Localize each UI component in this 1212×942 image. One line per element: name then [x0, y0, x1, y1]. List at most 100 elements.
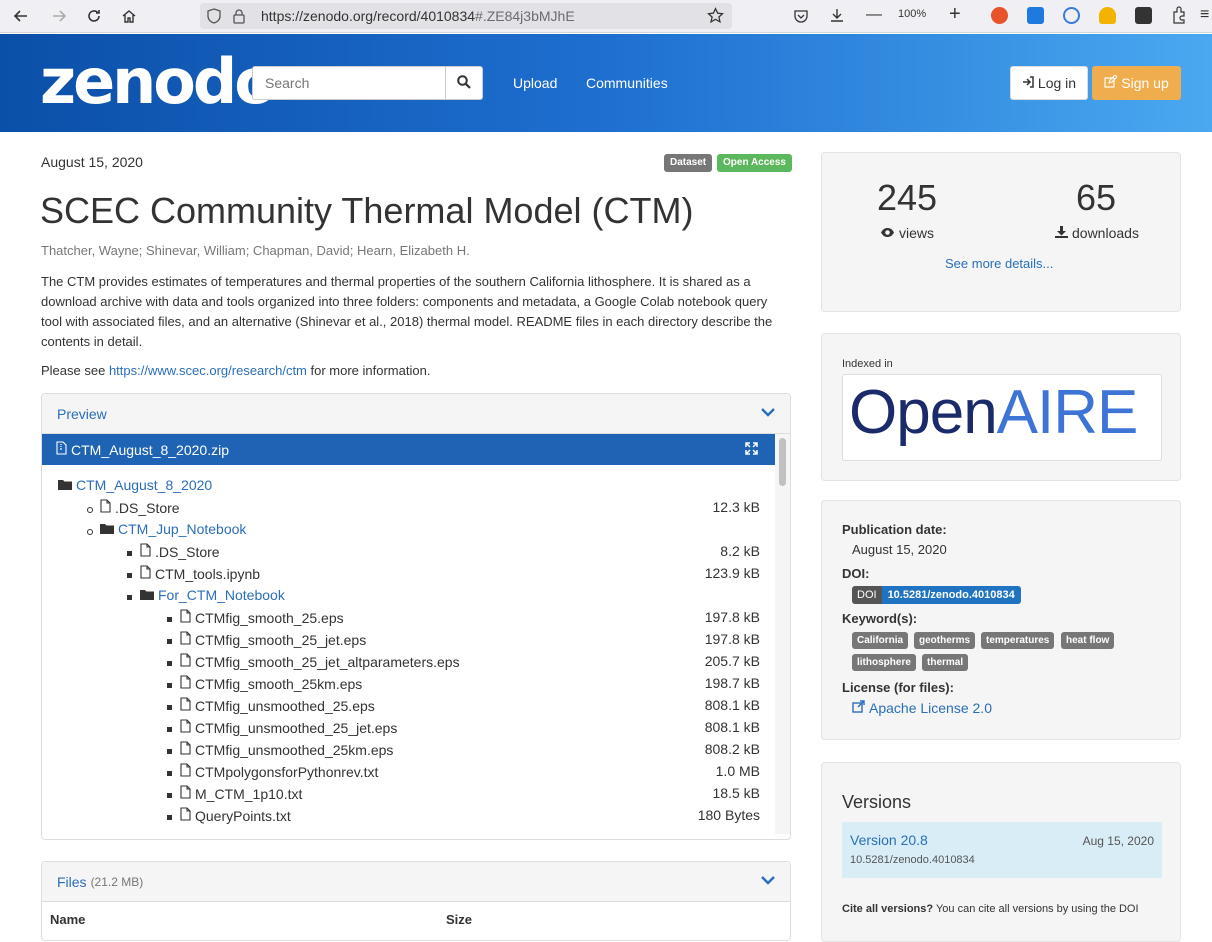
license-link[interactable]: Apache License 2.0: [852, 700, 992, 716]
tree-bullet: [87, 529, 93, 535]
tree-item-size: 180 Bytes: [697, 807, 760, 823]
version-row[interactable]: Version 20.8 Aug 15, 2020 10.5281/zenodo…: [842, 822, 1162, 878]
tree-item-name: CTMfig_smooth_25_jet_altparameters.eps: [195, 653, 460, 670]
preview-heading[interactable]: Preview: [57, 406, 107, 422]
tree-bullet: [167, 683, 172, 688]
signup-button[interactable]: Sign up: [1092, 66, 1181, 100]
menu-icon[interactable]: ≡: [1200, 6, 1209, 24]
tree-bullet: [167, 705, 172, 710]
views-text: views: [899, 225, 935, 241]
tree-item-size: 808.2 kB: [704, 741, 760, 757]
bookmark-star-icon[interactable]: [707, 7, 724, 27]
scrollbar-thumb[interactable]: [779, 438, 786, 486]
file-icon: [180, 763, 191, 780]
keyword-badge[interactable]: geotherms: [914, 632, 976, 649]
keyword-badge[interactable]: heat flow: [1061, 632, 1115, 649]
tree-folder-row[interactable]: CTM_August_8_2020: [42, 477, 760, 499]
openaire-logo[interactable]: OpenAIRE: [842, 374, 1162, 461]
zoom-level[interactable]: 100%: [898, 8, 926, 20]
home-icon[interactable]: [114, 1, 144, 31]
file-icon: [180, 675, 191, 692]
pocket-icon[interactable]: [793, 8, 809, 27]
reload-icon[interactable]: [79, 1, 109, 31]
cite-text: You can cite all versions by using the D…: [933, 903, 1139, 915]
search-extension-icon[interactable]: [1063, 7, 1080, 24]
doi-badge[interactable]: DOI 10.5281/zenodo.4010834: [852, 586, 1021, 604]
tree-bullet: [127, 595, 132, 600]
tree-label: QueryPoints.txt: [180, 807, 291, 824]
see-more-details-link[interactable]: See more details...: [945, 256, 1053, 271]
fullscreen-icon[interactable]: [745, 442, 758, 458]
tree-item-name: QueryPoints.txt: [195, 807, 291, 824]
versions-heading: Versions: [842, 792, 912, 812]
shield-icon[interactable]: [206, 8, 222, 27]
search-input[interactable]: [253, 67, 445, 99]
badge-extension-icon[interactable]: [1099, 7, 1116, 24]
back-icon[interactable]: [6, 1, 36, 31]
download-icon: [1055, 225, 1068, 241]
files-heading[interactable]: Files: [57, 874, 87, 890]
url-text: https://zenodo.org/record/4010834#.ZE84j…: [261, 8, 575, 24]
preview-panel: Preview CTM_August_8_2020.zip CTM_August…: [41, 393, 791, 840]
tree-item-name[interactable]: For_CTM_Notebook: [158, 587, 285, 603]
tree-item-name[interactable]: CTM_August_8_2020: [76, 477, 212, 493]
s-extension-icon[interactable]: [1027, 7, 1044, 24]
search-button[interactable]: [445, 67, 482, 99]
zip-file-bar: CTM_August_8_2020.zip: [42, 434, 775, 465]
tree-folder-row[interactable]: CTM_Jup_Notebook: [42, 521, 760, 543]
tree-item-name: CTMfig_smooth_25_jet.eps: [195, 631, 367, 648]
open-access-badge: Open Access: [717, 154, 792, 172]
folder-icon: [100, 521, 114, 537]
preview-header[interactable]: Preview: [42, 394, 790, 434]
tree-bullet: [127, 551, 132, 556]
version-link[interactable]: Version 20.8: [850, 832, 928, 848]
keyword-badge[interactable]: temperatures: [981, 632, 1055, 649]
tree-label: CTM_August_8_2020: [58, 477, 212, 493]
zoom-out-icon[interactable]: —: [866, 6, 882, 24]
file-icon: [180, 609, 191, 626]
address-bar[interactable]: https://zenodo.org/record/4010834#.ZE84j…: [200, 3, 732, 29]
views-count: 245: [877, 177, 938, 218]
indexed-panel: Indexed in OpenAIRE: [821, 333, 1181, 481]
dataset-badge: Dataset: [664, 154, 713, 172]
login-button[interactable]: Log in: [1010, 66, 1088, 100]
tree-item-name: CTMfig_unsmoothed_25.eps: [195, 697, 375, 714]
tree-file-row: CTMfig_smooth_25_jet.eps 197.8 kB: [42, 631, 760, 653]
see-suffix: for more information.: [306, 363, 431, 378]
scec-link[interactable]: https://www.scec.org/research/ctm: [109, 363, 307, 378]
tree-file-row: CTMfig_smooth_25_jet_altparameters.eps 20…: [42, 653, 760, 675]
zoom-in-icon[interactable]: +: [949, 3, 961, 26]
extensions-icon[interactable]: [1171, 6, 1187, 27]
pub-date-value: August 15, 2020: [852, 542, 947, 557]
zenodo-logo[interactable]: zenodo: [40, 42, 277, 122]
upload-link[interactable]: Upload: [513, 75, 557, 91]
communities-link[interactable]: Communities: [586, 75, 668, 91]
duckduckgo-extension-icon[interactable]: [991, 7, 1008, 24]
keyword-badge[interactable]: thermal: [922, 654, 969, 671]
preview-scrollbar[interactable]: [775, 434, 790, 834]
tree-item-size: 123.9 kB: [704, 565, 760, 581]
dots-extension-icon[interactable]: [1135, 7, 1152, 24]
download-icon[interactable]: [829, 7, 845, 26]
chevron-down-icon[interactable]: [761, 873, 775, 890]
lock-icon[interactable]: [232, 8, 246, 27]
tree-label: .DS_Store: [100, 499, 180, 516]
keyword-badge[interactable]: California: [852, 632, 909, 649]
browser-toolbar: https://zenodo.org/record/4010834#.ZE84j…: [0, 0, 1212, 33]
folder-icon: [58, 477, 72, 493]
tree-bullet: [167, 661, 172, 666]
keyword-badge[interactable]: lithosphere: [852, 654, 916, 671]
chevron-down-icon[interactable]: [761, 405, 775, 422]
tree-bullet: [127, 573, 132, 578]
file-icon: [140, 565, 151, 582]
eye-icon: [880, 225, 895, 241]
zip-file-icon: [56, 441, 67, 458]
tree-label: M_CTM_1p10.txt: [180, 785, 302, 802]
files-header[interactable]: Files (21.2 MB): [42, 862, 790, 902]
forward-icon[interactable]: [44, 1, 74, 31]
tree-item-name[interactable]: CTM_Jup_Notebook: [118, 521, 246, 537]
tree-label: For_CTM_Notebook: [140, 587, 285, 603]
tree-folder-row[interactable]: For_CTM_Notebook: [42, 587, 760, 609]
tree-bullet: [167, 793, 172, 798]
file-icon: [180, 631, 191, 648]
